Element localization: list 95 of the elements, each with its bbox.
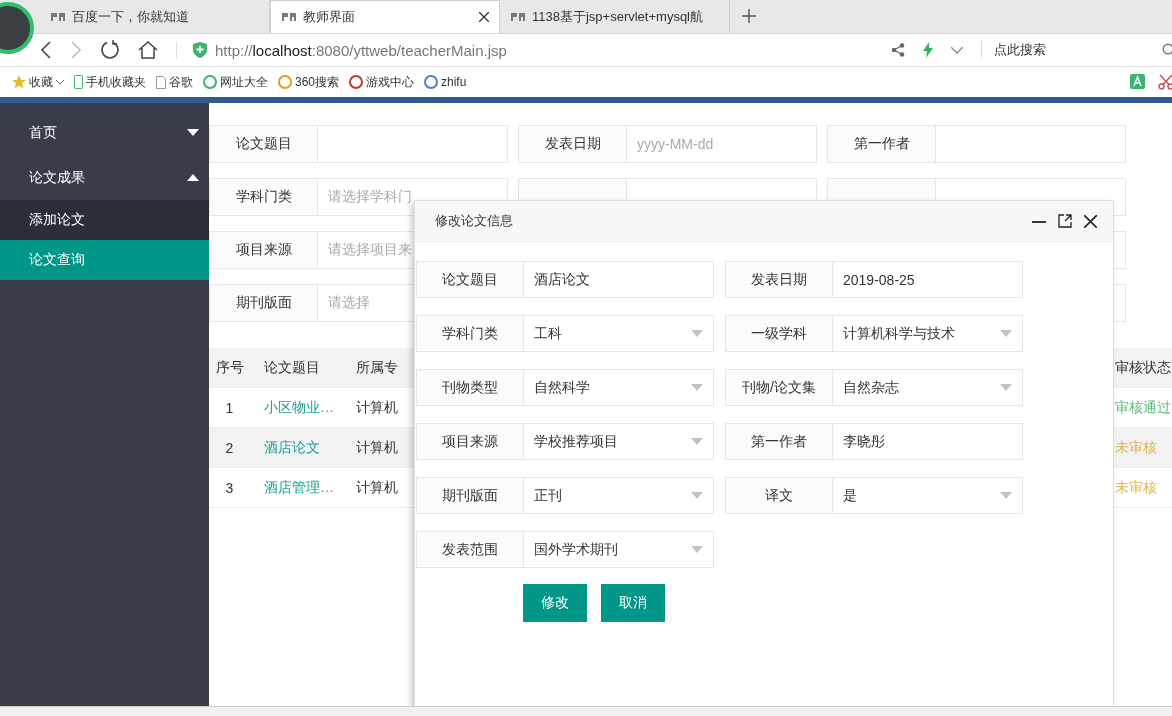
field-label: 学科门类 bbox=[416, 315, 524, 352]
table-cell-text: 计算机 bbox=[356, 438, 399, 457]
page-icon bbox=[50, 11, 66, 22]
caret-icon bbox=[691, 438, 703, 445]
close-icon[interactable] bbox=[1084, 214, 1097, 228]
table-cell-text: 3 bbox=[224, 479, 235, 496]
column-header: 序号 bbox=[215, 358, 245, 377]
page-icon bbox=[510, 11, 526, 22]
field-label: 期刊版面 bbox=[416, 477, 524, 514]
input-field[interactable]: 酒店论文 bbox=[524, 261, 714, 298]
search-field[interactable]: 点此搜索 bbox=[981, 41, 1144, 59]
browser-tab[interactable]: 1138基于jsp+servlet+mysql航 bbox=[500, 0, 730, 33]
field-label: 刊物/论文集 bbox=[725, 369, 833, 406]
home-icon[interactable] bbox=[138, 41, 158, 59]
input-field[interactable]: 2019-08-25 bbox=[833, 261, 1023, 298]
shield-icon bbox=[193, 42, 207, 58]
lightning-icon[interactable] bbox=[923, 42, 933, 58]
select-field[interactable]: 计算机科学与技术 bbox=[833, 315, 1023, 352]
bookmark-link[interactable]: 网址大全 bbox=[203, 73, 268, 91]
caret-icon bbox=[187, 129, 199, 136]
input-field[interactable] bbox=[318, 125, 508, 163]
field-label: 论文题目 bbox=[416, 261, 524, 298]
field-label: 刊物类型 bbox=[416, 369, 524, 406]
field-label: 发表日期 bbox=[518, 125, 627, 163]
bookmark-link[interactable]: zhifu bbox=[424, 75, 467, 89]
field-label: 项目来源 bbox=[209, 231, 318, 269]
field-label: 第一作者 bbox=[827, 125, 936, 163]
select-field[interactable]: 学校推荐项目 bbox=[524, 423, 714, 460]
translate-icon[interactable] bbox=[1130, 74, 1148, 90]
new-tab-icon[interactable] bbox=[742, 9, 756, 23]
table-cell-text: 1 bbox=[224, 399, 235, 416]
close-icon[interactable] bbox=[479, 12, 489, 22]
chevron-icon[interactable] bbox=[951, 46, 963, 54]
sidebar-item[interactable]: 首页 bbox=[0, 110, 209, 155]
bookmark-link[interactable]: 360搜索 bbox=[278, 73, 340, 91]
field-label: 发表日期 bbox=[725, 261, 833, 298]
field-label: 期刊版面 bbox=[209, 284, 318, 322]
select-field[interactable]: 国外学术期刊 bbox=[524, 531, 714, 568]
caret-icon bbox=[1000, 384, 1012, 391]
field-label: 第一作者 bbox=[725, 423, 833, 460]
bookmark-link[interactable]: 谷歌 bbox=[156, 73, 193, 91]
sidebar-item[interactable]: 论文成果 bbox=[0, 155, 209, 200]
column-header: 所属专 bbox=[356, 358, 399, 377]
page-icon bbox=[156, 75, 166, 89]
back-icon[interactable] bbox=[40, 41, 52, 59]
site-icon bbox=[424, 75, 439, 89]
status-text: 审核通过 bbox=[1115, 398, 1172, 417]
chevron-icon[interactable] bbox=[56, 79, 64, 85]
caret-icon bbox=[187, 174, 199, 181]
bookmark-link[interactable]: 手机收藏夹 bbox=[74, 73, 146, 91]
field-label: 项目来源 bbox=[416, 423, 524, 460]
caret-icon bbox=[1000, 330, 1012, 337]
bookmark-link[interactable]: 游戏中心 bbox=[349, 73, 415, 91]
search-icon[interactable] bbox=[1162, 43, 1172, 57]
caret-icon bbox=[691, 330, 703, 337]
sidebar-subitem[interactable]: 添加论文 bbox=[0, 200, 209, 240]
field-label: 译文 bbox=[725, 477, 833, 514]
select-field[interactable]: 正刊 bbox=[524, 477, 714, 514]
select-field[interactable]: 工科 bbox=[524, 315, 714, 352]
site-icon bbox=[203, 75, 217, 89]
table-cell-text: 2 bbox=[224, 439, 235, 456]
sidebar-subitem[interactable]: 论文查询 bbox=[0, 240, 209, 280]
select-field[interactable]: 是 bbox=[833, 477, 1023, 514]
maximize-icon[interactable] bbox=[1058, 214, 1072, 228]
select-field[interactable]: 自然杂志 bbox=[833, 369, 1023, 406]
dialog-button[interactable]: 取消 bbox=[601, 584, 665, 622]
column-header: 审核状态 bbox=[1115, 358, 1172, 377]
input-field[interactable] bbox=[936, 125, 1126, 163]
table-cell-text: 计算机 bbox=[356, 398, 399, 417]
site-icon bbox=[278, 75, 292, 89]
browser-tab[interactable]: 教师界面 bbox=[270, 0, 500, 33]
reload-icon[interactable] bbox=[100, 40, 120, 60]
field-label: 学科门类 bbox=[209, 178, 318, 216]
input-field[interactable]: 李晓彤 bbox=[833, 423, 1023, 460]
scissors-icon[interactable] bbox=[1158, 74, 1172, 90]
table-cell-text: 计算机 bbox=[356, 478, 399, 497]
caret-icon bbox=[691, 546, 703, 553]
page-icon bbox=[281, 12, 297, 22]
site-icon bbox=[349, 75, 364, 89]
status-text: 未审核 bbox=[1115, 478, 1158, 497]
field-label: 论文题目 bbox=[209, 125, 318, 163]
select-field[interactable]: 自然科学 bbox=[524, 369, 714, 406]
phone-icon bbox=[74, 75, 83, 89]
star-icon bbox=[12, 75, 26, 89]
caret-icon bbox=[691, 492, 703, 499]
bookmark-link[interactable]: 收藏 bbox=[12, 73, 64, 91]
field-label: 发表范围 bbox=[416, 531, 524, 568]
dialog-button[interactable]: 修改 bbox=[523, 584, 587, 622]
column-header: 论文题目 bbox=[263, 358, 321, 377]
caret-icon bbox=[691, 384, 703, 391]
share-icon[interactable] bbox=[891, 43, 905, 57]
caret-icon bbox=[1000, 492, 1012, 499]
address-bar[interactable]: http://localhost:8080/yttweb/teacherMain.jsp bbox=[215, 41, 507, 59]
status-text: 未审核 bbox=[1115, 438, 1158, 457]
field-label: 一级学科 bbox=[725, 315, 833, 352]
